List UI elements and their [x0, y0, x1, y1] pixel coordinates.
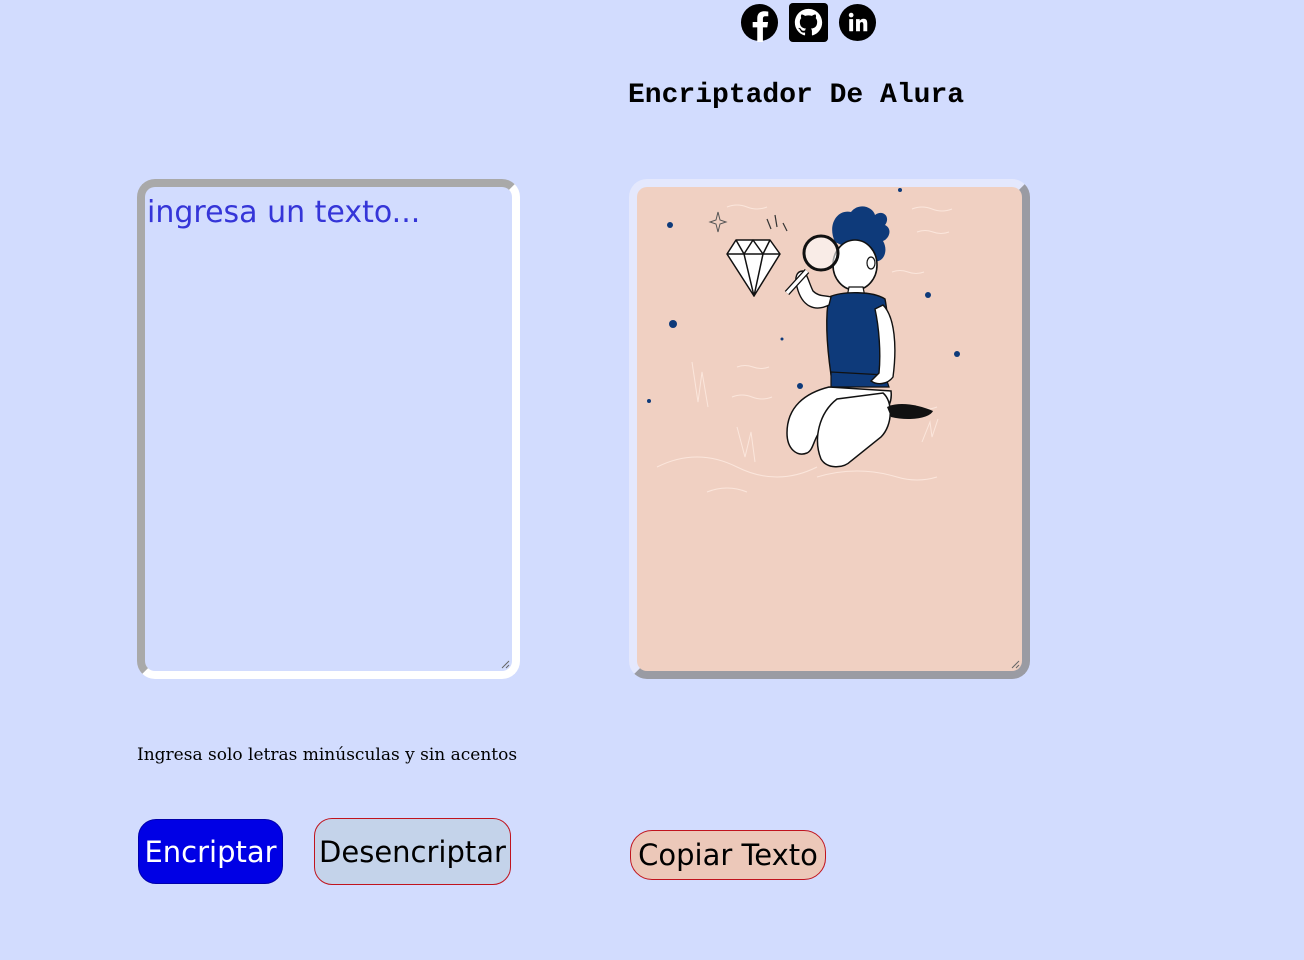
resize-handle-icon[interactable]	[1010, 659, 1020, 669]
input-hint: Ingresa solo letras minúsculas y sin ace…	[137, 745, 518, 765]
resize-handle-icon[interactable]	[500, 659, 510, 669]
linkedin-icon[interactable]	[838, 3, 877, 42]
social-links	[740, 3, 877, 42]
facebook-icon[interactable]	[740, 3, 779, 42]
output-panel	[629, 179, 1030, 679]
page-title: Encriptador De Alura	[628, 80, 965, 111]
copy-text-button[interactable]: Copiar Texto	[630, 830, 826, 880]
encrypt-button[interactable]: Encriptar	[138, 819, 283, 884]
person-with-magnifier-illustration	[647, 188, 960, 493]
github-icon[interactable]	[789, 3, 828, 42]
text-input-area	[137, 179, 520, 679]
text-input[interactable]	[145, 187, 512, 671]
decrypt-button[interactable]: Desencriptar	[314, 818, 511, 885]
